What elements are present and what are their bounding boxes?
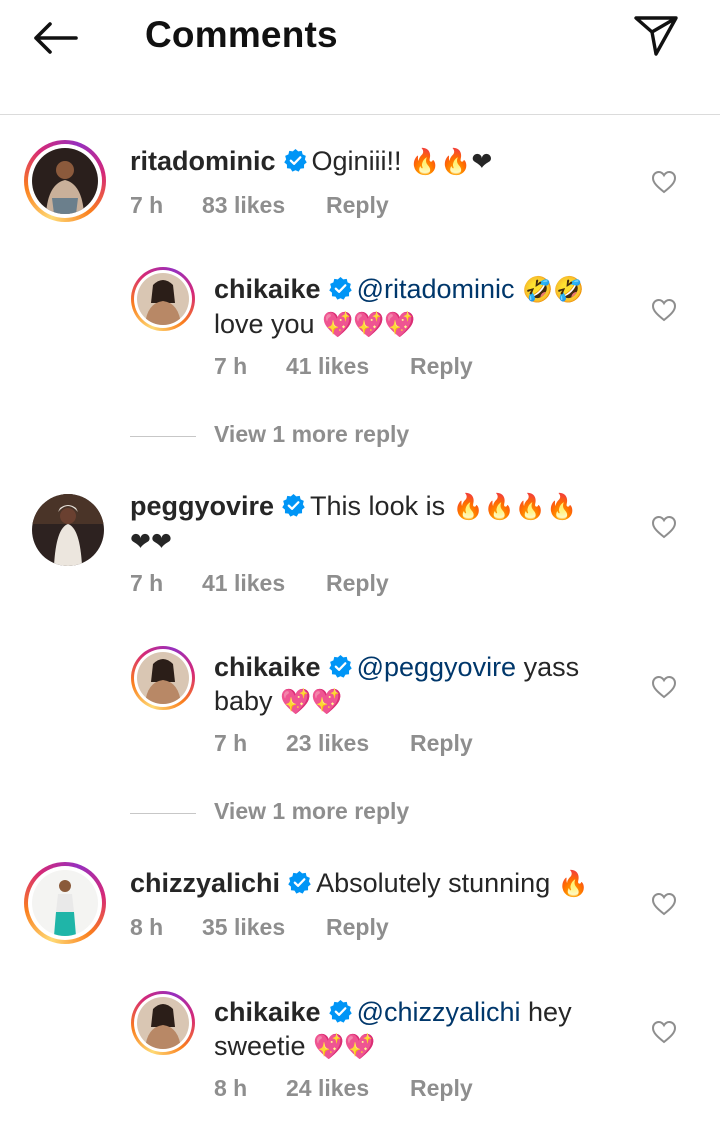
reply-username[interactable]: chikaike: [214, 274, 321, 304]
heart-icon[interactable]: [651, 170, 677, 194]
avatar-photo: [32, 870, 98, 936]
comment-text: ritadominic Oginiii!! 🔥🔥❤: [130, 144, 650, 179]
comment-username[interactable]: ritadominic: [130, 146, 276, 176]
heart-icon[interactable]: [651, 1020, 677, 1044]
avatar[interactable]: [131, 646, 195, 710]
verified-badge-icon: [288, 871, 311, 894]
comment-username[interactable]: chizzyalichi: [130, 868, 280, 898]
reply-text: chikaike @peggyovire yass baby 💖💖: [214, 650, 634, 719]
heart-icon[interactable]: [651, 515, 677, 539]
reply-meta: 8 h 24 likes Reply: [214, 1075, 473, 1102]
reply-body: yass: [516, 652, 580, 682]
mention-link[interactable]: @peggyovire: [357, 652, 517, 682]
comment-body: Oginiii!!: [311, 146, 410, 176]
comment-meta: 7 h 83 likes Reply: [130, 192, 389, 219]
reply-button[interactable]: Reply: [410, 1075, 473, 1102]
arrow-left-icon: [34, 22, 78, 54]
reply-emoji: 💖💖💖: [322, 310, 416, 339]
reply-meta: 7 h 41 likes Reply: [214, 353, 473, 380]
reply-time: 8 h: [214, 1075, 248, 1101]
reply-meta: 7 h 23 likes Reply: [214, 730, 473, 757]
comment-likes[interactable]: 83 likes: [202, 192, 326, 219]
reply-button[interactable]: Reply: [410, 353, 473, 380]
avatar[interactable]: [131, 267, 195, 331]
comment-emoji: 🔥🔥🔥🔥: [452, 492, 578, 521]
reply-emoji: 💖💖: [280, 687, 343, 716]
avatar-photo: [137, 652, 189, 704]
reply-time: 7 h: [214, 730, 248, 756]
reply-body: hey: [520, 997, 572, 1027]
avatar-photo: [32, 494, 104, 566]
verified-badge-icon: [328, 1000, 352, 1023]
verified-badge-icon: [328, 655, 352, 678]
comment-meta: 8 h 35 likes Reply: [130, 914, 389, 941]
verified-badge-icon: [282, 494, 305, 517]
share-button[interactable]: [632, 14, 680, 58]
reply-time: 7 h: [214, 353, 248, 379]
avatar-photo: [137, 997, 189, 1049]
heart-icon[interactable]: [651, 675, 677, 699]
avatar[interactable]: [24, 140, 106, 222]
comment-body: This look is: [310, 491, 453, 521]
reply-body: love you: [214, 309, 323, 339]
mention-link[interactable]: @chizzyalichi: [357, 997, 521, 1027]
view-more-label[interactable]: View 1 more reply: [214, 421, 409, 448]
heart-icon[interactable]: [651, 892, 677, 916]
verified-badge-icon: [328, 277, 352, 300]
reply-button[interactable]: Reply: [410, 730, 473, 757]
reply-likes[interactable]: 41 likes: [286, 353, 410, 380]
paper-plane-icon: [634, 16, 678, 56]
reply-emoji: 🤣🤣: [522, 275, 585, 304]
reply-username[interactable]: chikaike: [214, 997, 321, 1027]
comment-meta: 7 h 41 likes Reply: [130, 570, 389, 597]
verified-badge-icon: [283, 149, 307, 172]
reply-body: sweetie: [214, 1031, 314, 1061]
reply-button[interactable]: Reply: [326, 914, 389, 941]
avatar[interactable]: [32, 494, 104, 566]
comment-time: 7 h: [130, 570, 164, 596]
reply-text: chikaike @chizzyalichi hey sweetie 💖💖: [214, 995, 634, 1064]
reply-likes[interactable]: 24 likes: [286, 1075, 410, 1102]
comment-text: chizzyalichi Absolutely stunning 🔥: [130, 866, 650, 901]
reply-body: baby: [214, 686, 281, 716]
comment-emoji: 🔥🔥❤: [409, 147, 493, 176]
comment-text: peggyovire This look is 🔥🔥🔥🔥 ❤❤: [130, 489, 640, 559]
divider-line: [130, 813, 196, 814]
comment-time: 8 h: [130, 914, 164, 940]
comment-likes[interactable]: 41 likes: [202, 570, 326, 597]
heart-icon[interactable]: [651, 298, 677, 322]
comment-emoji: 🔥: [557, 869, 589, 898]
page-title: Comments: [145, 14, 338, 55]
avatar[interactable]: [131, 991, 195, 1055]
view-more-label[interactable]: View 1 more reply: [214, 798, 409, 825]
reply-button[interactable]: Reply: [326, 192, 389, 219]
avatar[interactable]: [24, 862, 106, 944]
divider-line: [130, 436, 196, 437]
comment-likes[interactable]: 35 likes: [202, 914, 326, 941]
avatar-photo: [137, 273, 189, 325]
avatar-photo: [32, 148, 98, 214]
comment-time: 7 h: [130, 192, 164, 218]
reply-likes[interactable]: 23 likes: [286, 730, 410, 757]
reply-text: chikaike @ritadominic 🤣🤣 love you 💖💖💖: [214, 272, 634, 342]
comment-username[interactable]: peggyovire: [130, 491, 274, 521]
back-button[interactable]: [28, 18, 84, 58]
comment-body: Absolutely stunning: [316, 868, 558, 898]
reply-username[interactable]: chikaike: [214, 652, 321, 682]
reply-button[interactable]: Reply: [326, 570, 389, 597]
comment-emoji: ❤❤: [130, 527, 172, 556]
reply-emoji: 💖💖: [313, 1032, 376, 1061]
header-bar: Comments: [0, 0, 720, 115]
mention-link[interactable]: @ritadominic: [357, 274, 515, 304]
